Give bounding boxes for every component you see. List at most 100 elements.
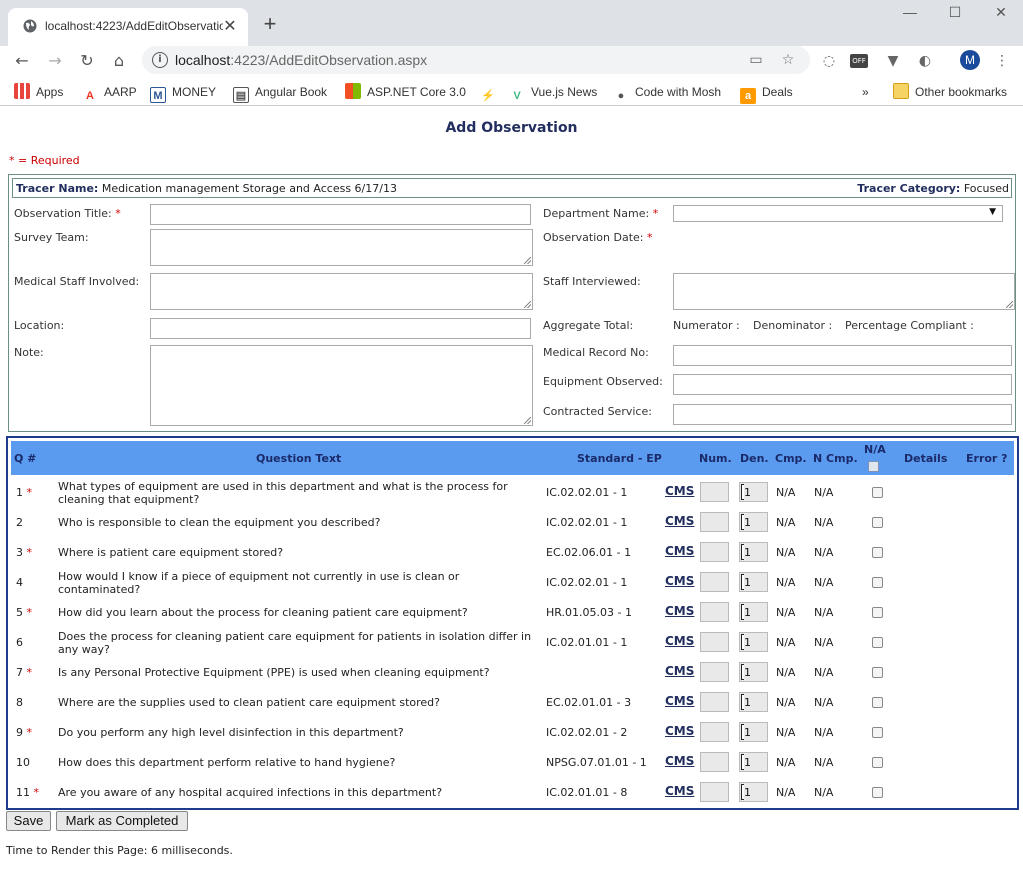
na-checkbox[interactable] [872,577,883,588]
cms-link[interactable]: CMS [665,694,694,708]
numerator-input[interactable] [700,662,729,682]
bookmark-aspnet[interactable]: ASP.NET Core 3.0 [345,83,466,101]
na-checkbox[interactable] [872,727,883,738]
cms-link[interactable]: CMS [665,484,694,498]
bookmark-lightning[interactable]: ⚡ [480,83,502,102]
numerator-input[interactable] [700,632,729,652]
numerator-input[interactable] [700,512,729,532]
question-text: How does this department perform relativ… [58,756,396,769]
home-icon[interactable]: ⌂ [107,49,131,73]
cast-icon[interactable]: ▭ [745,49,767,71]
denominator-input[interactable]: 1 [739,752,768,772]
survey-team-textarea[interactable] [150,229,533,266]
bookmark-star-icon[interactable]: ☆ [777,49,799,71]
mark-completed-button[interactable]: Mark as Completed [56,811,188,831]
numerator-input[interactable] [700,572,729,592]
numerator-input[interactable] [700,482,729,502]
dark-mode-icon[interactable]: ◐ [914,50,936,72]
na-checkbox[interactable] [872,487,883,498]
page-title: Add Observation [445,120,578,136]
question-number: 8 [16,696,23,709]
extension-icon[interactable]: ◌ [818,50,840,72]
off-extension-icon[interactable]: OFF [850,54,868,68]
na-select-all-checkbox[interactable] [868,461,879,472]
denominator-input[interactable]: 1 [739,662,768,682]
na-checkbox[interactable] [872,787,883,798]
bookmark-angular-book[interactable]: ▤ Angular Book [233,83,327,103]
bookmark-money[interactable]: M MONEY [150,83,216,103]
cms-link[interactable]: CMS [665,574,694,588]
non-compliant-value: N/A [814,786,834,799]
cms-link[interactable]: CMS [665,604,694,618]
forward-icon[interactable]: → [43,49,67,73]
bookmark-vue-news[interactable]: V Vue.js News [509,83,597,102]
denominator-input[interactable]: 1 [739,632,768,652]
cms-link[interactable]: CMS [665,784,694,798]
bookmark-deals[interactable]: a Deals [740,83,793,104]
maximize-icon[interactable]: ☐ [940,4,970,24]
cms-link[interactable]: CMS [665,544,694,558]
staff-interviewed-label: Staff Interviewed: [543,275,641,288]
denominator-input[interactable]: 1 [739,692,768,712]
vue-extension-icon[interactable]: ▼ [882,50,904,72]
na-checkbox[interactable] [872,757,883,768]
na-checkbox[interactable] [872,547,883,558]
equipment-observed-label: Equipment Observed: [543,375,663,388]
numerator-input[interactable] [700,542,729,562]
site-info-icon[interactable]: i [152,52,168,68]
equipment-observed-input[interactable] [673,374,1012,395]
numerator-input[interactable] [700,692,729,712]
cms-link[interactable]: CMS [665,634,694,648]
na-checkbox[interactable] [872,637,883,648]
header-standard: Standard - EP [577,452,662,465]
new-tab-icon[interactable]: + [258,12,282,36]
header-error: Error ? [966,452,1008,465]
more-bookmarks-icon[interactable]: » [862,83,869,101]
denominator-input[interactable]: 1 [739,512,768,532]
profile-avatar[interactable]: M [960,50,980,70]
close-tab-icon[interactable]: ✕ [220,16,240,36]
denominator-input[interactable]: 1 [739,602,768,622]
note-textarea[interactable] [150,345,533,426]
denominator-input[interactable]: 1 [739,782,768,802]
cms-link[interactable]: CMS [665,664,694,678]
vue-icon: V [513,90,521,102]
bookmark-code-with-mosh[interactable]: ● Code with Mosh [613,83,721,102]
staff-interviewed-textarea[interactable] [673,273,1015,310]
address-bar[interactable]: i localhost:4223/AddEditObservation.aspx… [142,46,810,74]
reload-icon[interactable]: ↻ [75,49,99,73]
na-checkbox[interactable] [872,607,883,618]
denominator-input[interactable]: 1 [739,482,768,502]
amazon-icon: a [740,88,756,104]
denominator-input[interactable]: 1 [739,542,768,562]
other-bookmarks[interactable]: Other bookmarks [893,83,1007,101]
cms-link[interactable]: CMS [665,754,694,768]
na-checkbox[interactable] [872,697,883,708]
observation-title-input[interactable] [150,204,531,225]
na-checkbox[interactable] [872,517,883,528]
medical-record-input[interactable] [673,345,1012,366]
bookmark-apps[interactable]: Apps [14,83,63,101]
denominator-input[interactable]: 1 [739,572,768,592]
minimize-icon[interactable]: — [895,4,925,24]
cms-link[interactable]: CMS [665,724,694,738]
standard-ep: EC.02.06.01 - 1 [546,546,632,559]
cms-link[interactable]: CMS [665,514,694,528]
numerator-input[interactable] [700,752,729,772]
save-button[interactable]: Save [6,811,51,831]
back-icon[interactable]: ← [10,49,34,73]
menu-kebab-icon[interactable]: ⋮ [991,50,1013,72]
denominator-input[interactable]: 1 [739,722,768,742]
na-checkbox[interactable] [872,667,883,678]
numerator-input[interactable] [700,722,729,742]
medical-staff-textarea[interactable] [150,273,533,310]
department-name-select[interactable]: ▼ [673,205,1003,222]
window-close-icon[interactable]: ✕ [986,4,1016,24]
bookmark-aarp[interactable]: A AARP [82,83,137,102]
contracted-service-input[interactable] [673,404,1012,425]
location-input[interactable] [150,318,531,339]
browser-tab[interactable]: localhost:4223/AddEditObservation ✕ [8,8,248,46]
numerator-input[interactable] [700,782,729,802]
aggregate-total-label: Aggregate Total: [543,319,634,332]
numerator-input[interactable] [700,602,729,622]
